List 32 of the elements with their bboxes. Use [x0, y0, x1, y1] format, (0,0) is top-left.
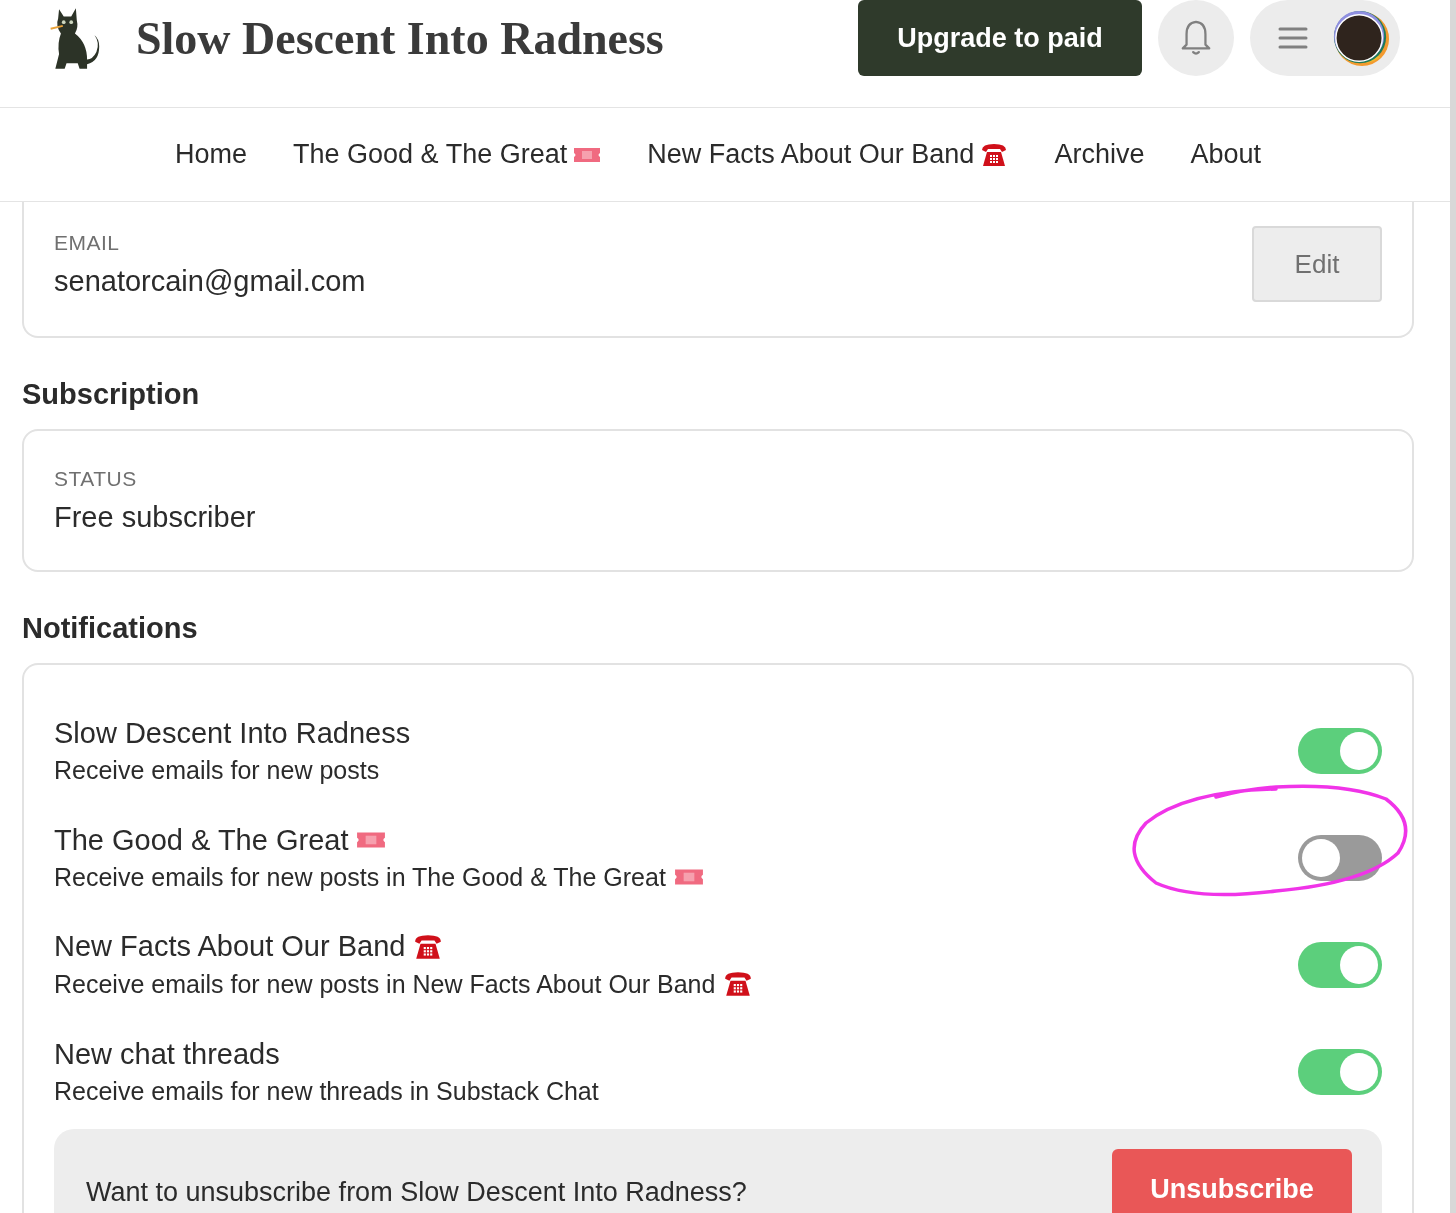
nav-link[interactable]: The Good & The Great — [293, 139, 602, 170]
upgrade-button[interactable]: Upgrade to paid — [858, 0, 1142, 76]
edit-button[interactable]: Edit — [1252, 226, 1382, 302]
unsubscribe-question: Want to unsubscribe from Slow Descent Into Radness? — [86, 1177, 747, 1208]
notification-description: Receive emails for new posts — [54, 755, 380, 785]
email-value: senatorcain@gmail.com — [54, 264, 366, 298]
email-label: EMAIL — [54, 230, 120, 255]
avatar-icon — [1332, 9, 1390, 67]
nav-link[interactable]: Archive — [1054, 139, 1145, 170]
nav-link[interactable]: Home — [175, 139, 248, 170]
notification-title: New Facts About Our Band — [54, 930, 406, 963]
notification-title: New chat threads — [54, 1037, 280, 1071]
notification-title: The Good & The Great — [54, 823, 349, 857]
status-value: Free subscriber — [54, 501, 256, 534]
menu-icon — [1278, 26, 1308, 50]
subscription-heading: Subscription — [22, 378, 201, 411]
notification-title: Slow Descent Into Radness — [54, 716, 411, 750]
notification-toggle[interactable] — [1298, 1048, 1382, 1095]
site-title[interactable]: Slow Descent Into Radness — [136, 12, 664, 65]
nav-link[interactable]: New Facts About Our Band — [647, 139, 1009, 170]
nav-link[interactable]: About — [1190, 139, 1261, 170]
status-label: STATUS — [54, 467, 137, 491]
notification-description: Receive emails for new threads in Substack Chat — [54, 1076, 599, 1106]
unsubscribe-button[interactable]: Unsubscribe — [1112, 1149, 1352, 1213]
notification-toggle[interactable] — [1298, 941, 1382, 988]
bell-icon — [1179, 19, 1213, 57]
notification-description: Receive emails for new posts in New Facts About Our Band — [54, 969, 716, 999]
notifications-heading: Notifications — [22, 612, 199, 645]
notification-description: Receive emails for new posts in The Good & The Great — [54, 862, 666, 892]
notification-toggle[interactable] — [1298, 834, 1382, 881]
notification-toggle[interactable] — [1298, 727, 1382, 774]
telephone-icon — [723, 969, 754, 999]
